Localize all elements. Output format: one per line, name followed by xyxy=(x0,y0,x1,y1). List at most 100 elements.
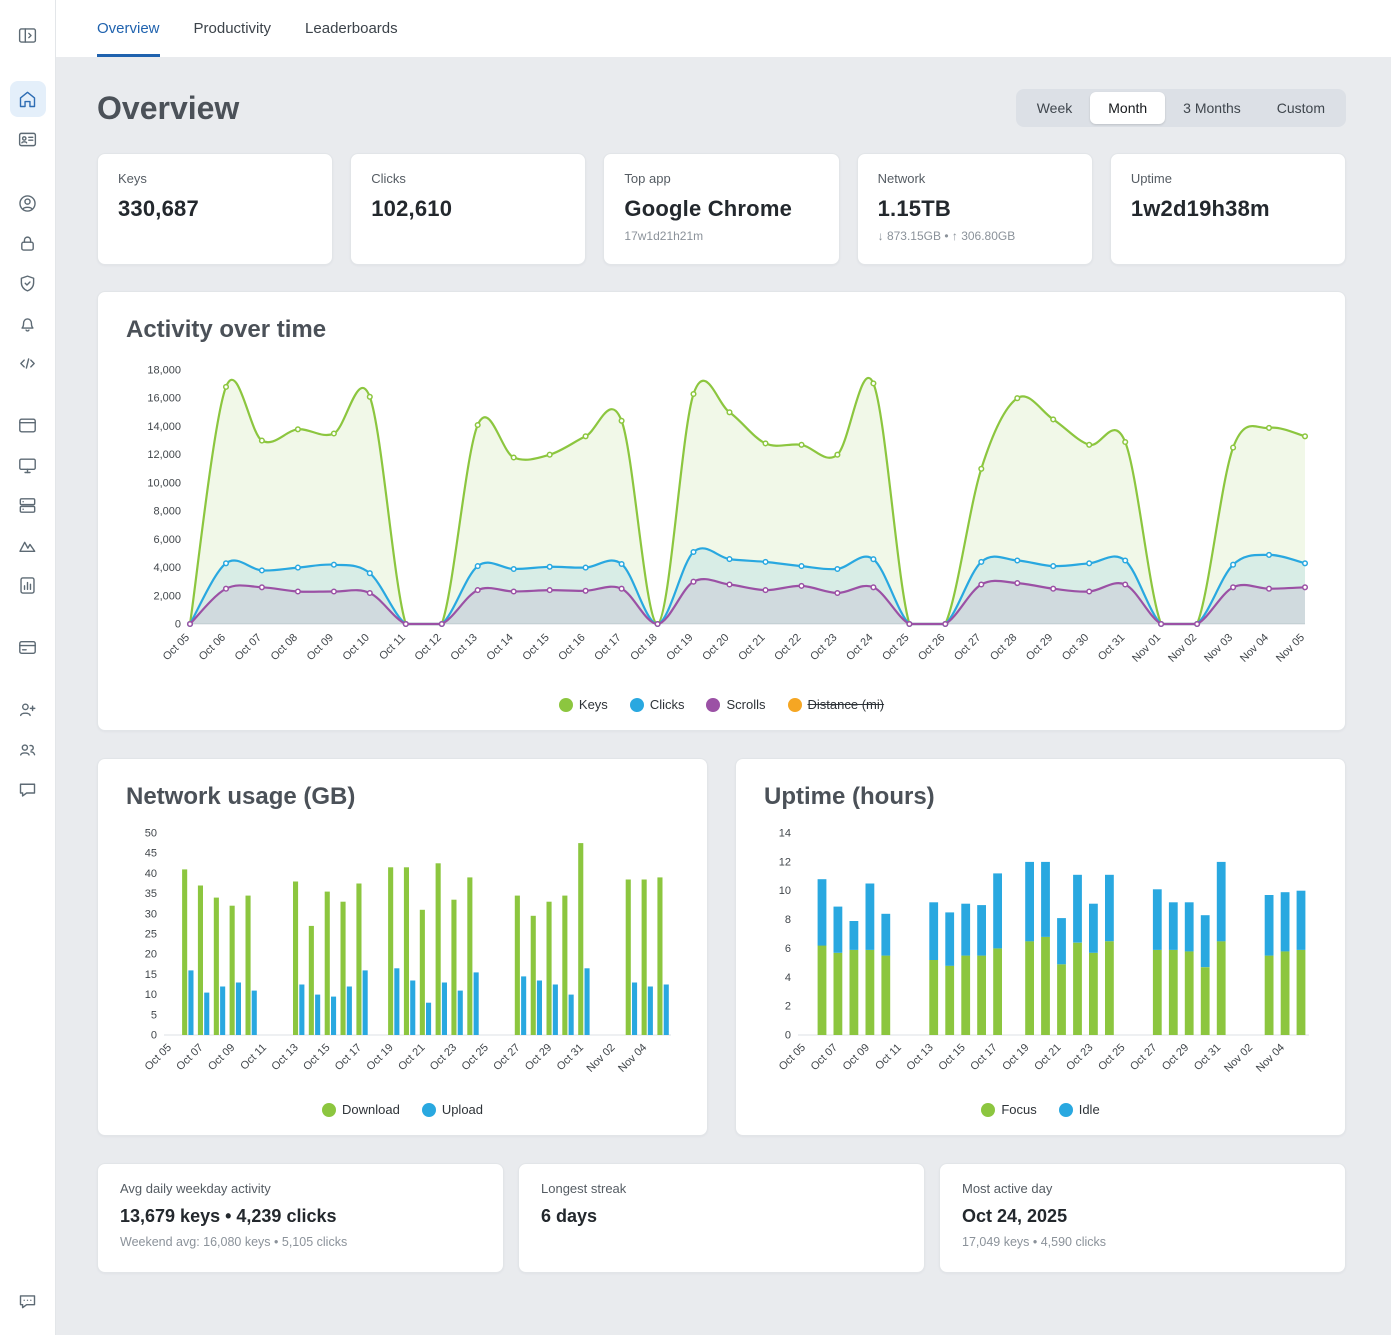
tab-overview[interactable]: Overview xyxy=(97,0,160,57)
svg-text:Oct 17: Oct 17 xyxy=(592,632,623,663)
svg-text:6: 6 xyxy=(785,943,791,955)
svg-text:Oct 23: Oct 23 xyxy=(808,632,839,663)
svg-text:8,000: 8,000 xyxy=(153,506,181,518)
sidebar-item-teams[interactable] xyxy=(10,731,46,767)
svg-text:Nov 02: Nov 02 xyxy=(1166,632,1199,665)
sidebar-item-developer[interactable] xyxy=(10,345,46,381)
legend-item-clicks[interactable]: Clicks xyxy=(630,697,685,712)
legend-item-scrolls[interactable]: Scrolls xyxy=(706,697,765,712)
stat-value: Google Chrome xyxy=(624,196,818,222)
stat-card-network: Network 1.15TB ↓ 873.15GB • ↑ 306.80GB xyxy=(857,153,1093,265)
summary-card-avg-activity: Avg daily weekday activity 13,679 keys •… xyxy=(97,1163,504,1273)
range-option-custom[interactable]: Custom xyxy=(1259,92,1343,124)
svg-text:Oct 23: Oct 23 xyxy=(1064,1042,1095,1073)
svg-text:0: 0 xyxy=(785,1030,791,1042)
sidebar-item-home[interactable] xyxy=(10,81,46,117)
legend-dot xyxy=(788,698,802,712)
stat-card-uptime: Uptime 1w2d19h38m xyxy=(1110,153,1346,265)
monitor-icon xyxy=(17,455,38,476)
svg-text:Oct 20: Oct 20 xyxy=(700,632,731,663)
sidebar-item-applications[interactable] xyxy=(10,407,46,443)
svg-text:Oct 09: Oct 09 xyxy=(206,1042,237,1073)
legend-label: Download xyxy=(342,1102,400,1117)
svg-text:Oct 28: Oct 28 xyxy=(988,632,1019,663)
sidebar-item-feedback[interactable] xyxy=(10,1283,46,1319)
stat-cards-row: Keys 330,687 Clicks 102,610 Top app Goog… xyxy=(97,153,1346,265)
legend-item-focus[interactable]: Focus xyxy=(981,1102,1036,1117)
legend-label: Upload xyxy=(442,1102,483,1117)
page-content: Overview Week Month 3 Months Custom Keys… xyxy=(56,57,1391,1335)
legend-dot xyxy=(706,698,720,712)
sidebar-item-account[interactable] xyxy=(10,185,46,221)
svg-text:25: 25 xyxy=(145,929,157,941)
svg-text:Oct 11: Oct 11 xyxy=(873,1042,904,1073)
sidebar-item-servers[interactable] xyxy=(10,487,46,523)
sidebar xyxy=(0,0,56,1335)
stat-label: Clicks xyxy=(371,171,565,186)
svg-text:6,000: 6,000 xyxy=(153,534,181,546)
svg-text:Nov 01: Nov 01 xyxy=(1130,632,1163,665)
network-chart-legend: Download Upload xyxy=(126,1102,679,1117)
users-icon xyxy=(17,739,38,760)
activity-chart-title: Activity over time xyxy=(126,316,1317,344)
svg-text:Oct 13: Oct 13 xyxy=(448,632,479,663)
svg-text:Oct 29: Oct 29 xyxy=(523,1042,554,1073)
feedback-bubble-icon xyxy=(17,1291,38,1312)
main-area: Overview Productivity Leaderboards Overv… xyxy=(56,0,1391,1335)
legend-item-distance-mi[interactable]: Distance (mi) xyxy=(788,697,885,712)
stat-card-keys: Keys 330,687 xyxy=(97,153,333,265)
sidebar-item-chat[interactable] xyxy=(10,771,46,807)
svg-text:Oct 25: Oct 25 xyxy=(460,1042,491,1073)
sidebar-item-security[interactable] xyxy=(10,265,46,301)
stat-value: 330,687 xyxy=(118,196,312,222)
summary-cards-row: Avg daily weekday activity 13,679 keys •… xyxy=(97,1163,1346,1273)
svg-text:14,000: 14,000 xyxy=(147,421,181,433)
legend-dot xyxy=(322,1103,336,1117)
range-option-month[interactable]: Month xyxy=(1090,92,1165,124)
svg-text:Oct 25: Oct 25 xyxy=(880,632,911,663)
svg-text:8: 8 xyxy=(785,914,791,926)
mountains-icon xyxy=(17,535,38,556)
tab-productivity[interactable]: Productivity xyxy=(194,0,272,57)
svg-text:Oct 22: Oct 22 xyxy=(772,632,803,663)
sidebar-toggle-button[interactable] xyxy=(10,17,46,53)
svg-text:4,000: 4,000 xyxy=(153,562,181,574)
svg-text:Oct 05: Oct 05 xyxy=(143,1042,174,1073)
svg-text:Oct 13: Oct 13 xyxy=(904,1042,935,1073)
tab-leaderboards[interactable]: Leaderboards xyxy=(305,0,398,57)
sidebar-item-billing[interactable] xyxy=(10,629,46,665)
svg-text:Oct 14: Oct 14 xyxy=(484,632,515,663)
sidebar-item-notifications[interactable] xyxy=(10,305,46,341)
svg-text:0: 0 xyxy=(151,1030,157,1042)
svg-text:50: 50 xyxy=(145,828,157,840)
stat-card-clicks: Clicks 102,610 xyxy=(350,153,586,265)
range-option-3-months[interactable]: 3 Months xyxy=(1165,92,1259,124)
uptime-chart-legend: Focus Idle xyxy=(764,1102,1317,1117)
range-option-week[interactable]: Week xyxy=(1019,92,1091,124)
activity-chart: 02,0004,0006,0008,00010,00012,00014,0001… xyxy=(126,356,1317,691)
network-chart-card: Network usage (GB) 05101520253035404550O… xyxy=(97,758,708,1136)
sidebar-item-displays[interactable] xyxy=(10,447,46,483)
svg-text:14: 14 xyxy=(779,828,791,840)
legend-item-download[interactable]: Download xyxy=(322,1102,400,1117)
svg-text:Oct 15: Oct 15 xyxy=(520,632,551,663)
sidebar-item-invite[interactable] xyxy=(10,691,46,727)
legend-item-idle[interactable]: Idle xyxy=(1059,1102,1100,1117)
sidebar-item-reports[interactable] xyxy=(10,567,46,603)
page-title: Overview xyxy=(97,90,239,127)
legend-item-keys[interactable]: Keys xyxy=(559,697,608,712)
sidebar-item-milestones[interactable] xyxy=(10,527,46,563)
svg-text:Oct 23: Oct 23 xyxy=(428,1042,459,1073)
svg-text:Oct 31: Oct 31 xyxy=(555,1042,586,1073)
svg-text:Oct 26: Oct 26 xyxy=(916,632,947,663)
legend-dot xyxy=(630,698,644,712)
svg-text:Oct 24: Oct 24 xyxy=(844,632,875,663)
sidebar-item-badge[interactable] xyxy=(10,121,46,157)
svg-text:Oct 27: Oct 27 xyxy=(952,632,983,663)
summary-label: Most active day xyxy=(962,1181,1323,1196)
sidebar-item-privacy[interactable] xyxy=(10,225,46,261)
svg-text:2: 2 xyxy=(785,1001,791,1013)
legend-item-upload[interactable]: Upload xyxy=(422,1102,483,1117)
summary-card-longest-streak: Longest streak 6 days xyxy=(518,1163,925,1273)
svg-text:Nov 05: Nov 05 xyxy=(1274,632,1307,665)
